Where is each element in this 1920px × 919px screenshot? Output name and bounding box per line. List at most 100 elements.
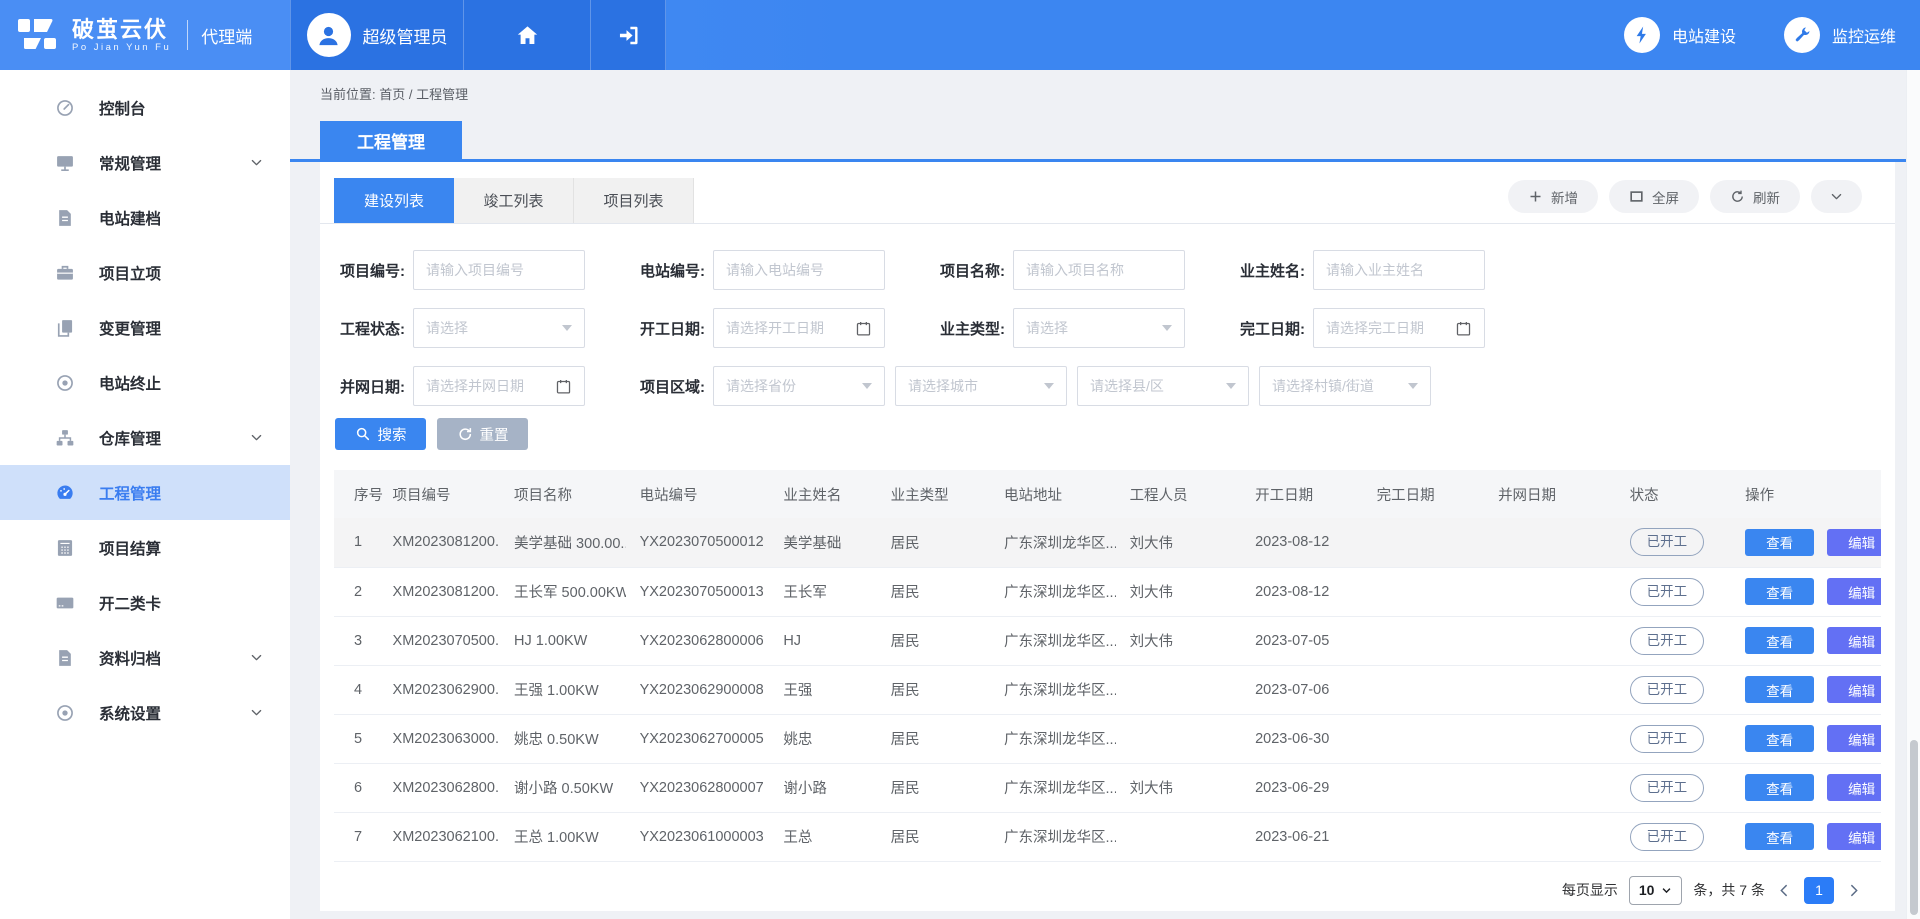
project-status-select[interactable]: 请选择 [413, 308, 585, 348]
scrollbar-thumb[interactable] [1910, 740, 1918, 915]
add-button[interactable]: 新增 [1508, 180, 1598, 213]
user-menu[interactable]: 超级管理员 [290, 0, 463, 70]
sidebar-item-change-management[interactable]: 变更管理 [0, 300, 290, 355]
station-no-input[interactable] [713, 250, 885, 290]
sidebar-item-console[interactable]: 控制台 [0, 80, 290, 135]
view-button[interactable]: 查看 [1745, 627, 1814, 654]
collapse-filters-button[interactable] [1811, 180, 1862, 213]
sidebar-item-project-settlement[interactable]: 项目结算 [0, 520, 290, 575]
sidebar-item-data-archive[interactable]: 资料归档 [0, 630, 290, 685]
view-button[interactable]: 查看 [1745, 676, 1814, 703]
actions-cell: 查看编辑 [1731, 763, 1881, 812]
status-cell: 已开工 [1616, 567, 1731, 616]
project-no-input[interactable] [413, 250, 585, 290]
refresh-button[interactable]: 刷新 [1710, 180, 1800, 213]
scrollbar[interactable] [1906, 70, 1920, 919]
table-row[interactable]: 3XM2023070500...HJ 1.00KWYX2023062800006… [334, 616, 1881, 665]
edit-button[interactable]: 编辑 [1827, 627, 1881, 654]
sidebar-item-second-class-card[interactable]: 开二类卡 [0, 575, 290, 630]
tab-build-list[interactable]: 建设列表 [334, 178, 454, 223]
edit-button[interactable]: 编辑 [1827, 578, 1881, 605]
sidebar-item-label: 项目立项 [99, 262, 161, 284]
view-button[interactable]: 查看 [1745, 578, 1814, 605]
list-tabs: 建设列表 竣工列表 项目列表 [334, 178, 694, 223]
tab-project-list[interactable]: 项目列表 [574, 178, 694, 223]
table-cell: XM2023070500... [379, 616, 500, 665]
sidebar-item-system-settings[interactable]: 系统设置 [0, 685, 290, 740]
sidebar-item-station-termination[interactable]: 电站终止 [0, 355, 290, 410]
pagination: 每页显示 10 条，共 7 条 1 [320, 862, 1895, 905]
table-cell: 王总 [769, 812, 876, 861]
table-cell: 美学基础 [769, 518, 876, 567]
breadcrumb-path[interactable]: 首页 / 工程管理 [379, 87, 468, 102]
table-cell: 王总 1.00KW [500, 812, 626, 861]
table-cell: 广东深圳龙华区... [990, 567, 1116, 616]
grid-date-input[interactable]: 请选择并网日期 [413, 366, 585, 406]
view-button[interactable]: 查看 [1745, 725, 1814, 752]
county-select[interactable]: 请选择县/区 [1077, 366, 1249, 406]
filter-group: 开工日期:请选择开工日期 [635, 308, 935, 348]
owner-name-input[interactable] [1313, 250, 1485, 290]
edit-button[interactable]: 编辑 [1827, 529, 1881, 556]
prev-page-button[interactable] [1776, 882, 1793, 899]
city-select[interactable]: 请选择城市 [895, 366, 1067, 406]
sidebar-item-warehouse-management[interactable]: 仓库管理 [0, 410, 290, 465]
status-cell: 已开工 [1616, 763, 1731, 812]
finish-date-input[interactable]: 请选择完工日期 [1313, 308, 1485, 348]
actions-cell: 查看编辑 [1731, 567, 1881, 616]
table-row[interactable]: 7XM2023062100...王总 1.00KWYX2023061000003… [334, 812, 1881, 861]
table-cell: 2023-08-12 [1241, 567, 1362, 616]
table-row[interactable]: 4XM2023062900...王强 1.00KWYX2023062900008… [334, 665, 1881, 714]
sidebar-item-label: 变更管理 [99, 317, 161, 339]
column-header: 状态 [1616, 470, 1731, 518]
chevron-down-icon [249, 650, 264, 665]
nav-power-build[interactable]: 电站建设 [1624, 0, 1736, 70]
edit-button[interactable]: 编辑 [1827, 774, 1881, 801]
view-button[interactable]: 查看 [1745, 823, 1814, 850]
province-select[interactable]: 请选择省份 [713, 366, 885, 406]
table-cell [1484, 518, 1616, 567]
sidebar-item-project-management[interactable]: 工程管理 [0, 465, 290, 520]
brand-subtitle: Po Jian Yun Fu [72, 42, 171, 53]
table-cell: XM2023081200... [379, 567, 500, 616]
sidebar-item-project-initiation[interactable]: 项目立项 [0, 245, 290, 300]
edit-button[interactable]: 编辑 [1827, 676, 1881, 703]
page-1-button[interactable]: 1 [1804, 877, 1834, 904]
search-button[interactable]: 搜索 [335, 418, 426, 450]
edit-button[interactable]: 编辑 [1827, 725, 1881, 752]
logout-button[interactable] [590, 0, 666, 70]
sidebar-item-station-archive[interactable]: 电站建档 [0, 190, 290, 245]
home-button[interactable] [463, 0, 590, 70]
caret-down-icon [862, 383, 872, 389]
brand-title: 破茧云伏 [72, 18, 171, 42]
table-cell: YX2023062900008 [626, 665, 770, 714]
view-button[interactable]: 查看 [1745, 774, 1814, 801]
nav-monitor-ops[interactable]: 监控运维 [1784, 0, 1896, 70]
page-tab-project-management[interactable]: 工程管理 [320, 121, 462, 159]
owner-type-select[interactable]: 请选择 [1013, 308, 1185, 348]
edit-button[interactable]: 编辑 [1827, 823, 1881, 850]
project-name-input[interactable] [1013, 250, 1185, 290]
chevron-down-icon [1661, 885, 1672, 896]
fullscreen-button[interactable]: 全屏 [1609, 180, 1699, 213]
table-row[interactable]: 5XM2023063000...姚忠 0.50KWYX2023062700005… [334, 714, 1881, 763]
town-select[interactable]: 请选择村镇/街道 [1259, 366, 1431, 406]
sidebar-item-general-management[interactable]: 常规管理 [0, 135, 290, 190]
caret-down-icon [1162, 325, 1172, 331]
per-page-select[interactable]: 10 [1629, 876, 1683, 905]
view-button[interactable]: 查看 [1745, 529, 1814, 556]
table-row[interactable]: 2XM2023081200...王长军 500.00KWYX2023070500… [334, 567, 1881, 616]
sidebar-item-label: 仓库管理 [99, 427, 161, 449]
chevron-down-icon [249, 430, 264, 445]
per-page-label: 每页显示 [1562, 880, 1618, 900]
reset-button[interactable]: 重置 [437, 418, 528, 450]
briefcase-icon [55, 263, 75, 283]
table-row[interactable]: 6XM2023062800...谢小路 0.50KWYX202306280000… [334, 763, 1881, 812]
start-date-input[interactable]: 请选择开工日期 [713, 308, 885, 348]
tab-completion-list[interactable]: 竣工列表 [454, 178, 574, 223]
refresh-icon [1730, 189, 1745, 204]
table-cell: 刘大伟 [1116, 567, 1242, 616]
table-row[interactable]: 1XM2023081200...美学基础 300.00...YX20230705… [334, 518, 1881, 567]
next-page-button[interactable] [1845, 882, 1862, 899]
table-cell: 居民 [877, 518, 990, 567]
